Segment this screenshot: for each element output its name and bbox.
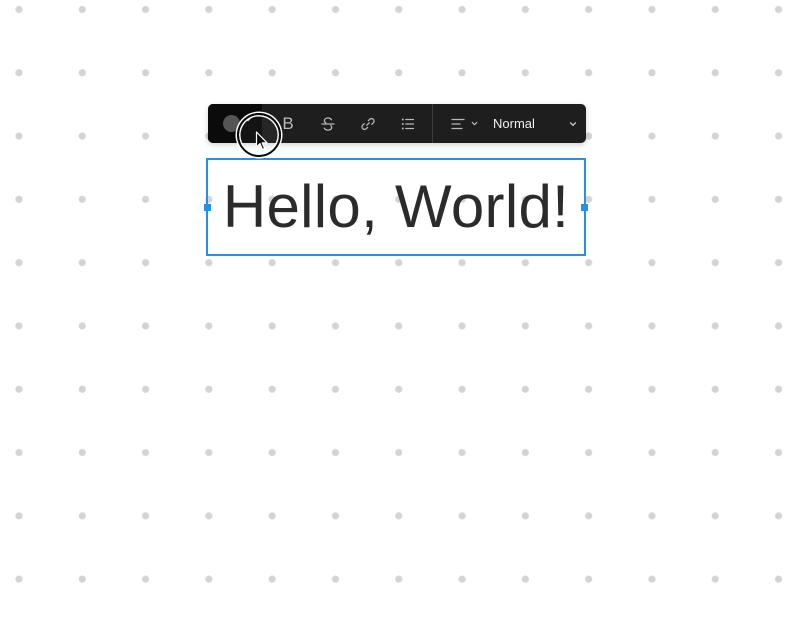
toolbar-divider [432,104,433,143]
text-style-value: Normal [493,116,535,131]
selected-text-box[interactable]: Hello, World! [206,158,586,256]
align-left-icon [450,118,465,129]
bullet-list-button[interactable] [390,104,426,143]
text-content[interactable]: Hello, World! [208,160,584,254]
canvas-dot-grid[interactable] [0,0,796,638]
list-icon [401,118,415,129]
chevron-down-icon [569,122,577,126]
text-align-button[interactable] [444,104,484,143]
chevron-down-icon [471,121,477,126]
strikethrough-button[interactable] [310,104,346,143]
link-icon [361,117,375,130]
cursor-icon [255,131,268,150]
link-button[interactable] [350,104,386,143]
strikethrough-icon [321,116,335,131]
resize-handle-left[interactable] [204,204,211,211]
text-style-select[interactable]: Normal [486,104,586,143]
bold-icon: B [282,114,294,133]
resize-handle-right[interactable] [581,204,588,211]
